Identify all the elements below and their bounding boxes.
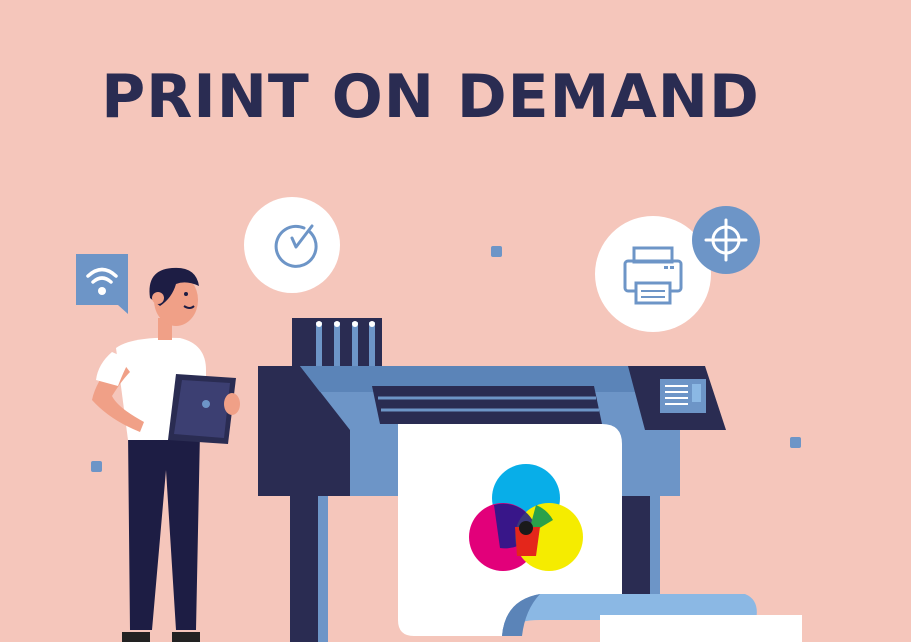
target-icon xyxy=(692,206,760,274)
print-on-demand-illustration xyxy=(76,197,802,642)
ink-cartridges xyxy=(292,318,382,366)
decor-dot xyxy=(91,461,102,472)
decor-dot xyxy=(790,437,801,448)
decor-dot xyxy=(491,246,502,257)
wifi-icon xyxy=(76,254,128,314)
person-illustration xyxy=(92,267,240,642)
printed-paper xyxy=(398,424,802,642)
clock-check-icon xyxy=(244,197,340,293)
